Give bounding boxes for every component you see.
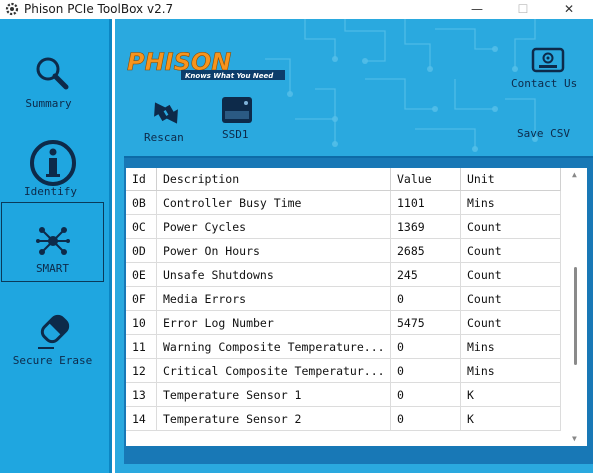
cell-value: 2685 [390,238,461,263]
info-icon [30,140,76,186]
cell-description: Power Cycles [156,214,391,239]
cell-value: 0 [390,334,461,359]
cell-id: 0F [126,286,157,311]
smart-table-container[interactable]: Id Description Value Unit 0B Controller B… [126,168,587,446]
cell-id: 14 [126,406,157,431]
gear-icon [5,2,19,16]
scrollbar-thumb[interactable] [574,267,577,365]
column-header-value[interactable]: Value [390,168,461,191]
vertical-scrollbar[interactable]: ▲ ▼ [566,168,586,446]
column-header-description[interactable]: Description [156,168,391,191]
table-row[interactable]: 0E Unsafe Shutdowns 245 Count [126,262,561,287]
cell-description: Warning Composite Temperature... [156,334,391,359]
sidebar-item-secure-erase[interactable]: Secure Erase [0,302,109,382]
cell-unit: Mins [460,334,561,359]
ssd-label: SSD1 [222,128,249,141]
cell-id: 13 [126,382,157,407]
table-row[interactable]: 14 Temperature Sensor 20K [126,406,561,431]
cell-id: 10 [126,310,157,335]
network-icon [36,227,70,255]
cell-unit: Mins [460,358,561,383]
drive-icon [222,97,252,123]
table-row[interactable]: 11 Warning Composite Temperature... 0 Mins [126,334,561,359]
cell-description: Controller Busy Time [156,190,391,215]
table-row[interactable]: 12 Critical Composite Temperatur... 0 Mins [126,358,561,383]
table-row[interactable]: 10 Error Log Number 5475 Count [126,310,561,335]
cell-unit: Count [460,262,561,287]
cell-description: Critical Composite Temperatur... [156,358,391,383]
cell-value: 0 [390,406,461,431]
table-row[interactable]: 0B Controller Busy Time 1101 Mins [126,190,561,215]
contact-label: Contact Us [511,77,578,90]
sidebar-item-smart[interactable]: SMART [1,202,104,282]
table-row[interactable]: 13 Temperature Sensor 10K [126,382,561,407]
close-button[interactable]: ✕ [546,0,592,19]
column-header-unit[interactable]: Unit [460,168,561,191]
scroll-up-arrow-icon[interactable]: ▲ [572,170,577,179]
sidebar-item-label: Identify [24,185,77,198]
cell-id: 0E [126,262,157,287]
sidebar-item-label: Secure Erase [12,354,93,367]
cell-unit: K [460,406,561,431]
column-header-id[interactable]: Id [126,168,157,191]
cell-value: 5475 [390,310,461,335]
cell-unit: Count [460,310,561,335]
cell-description: Power On Hours [156,238,391,263]
cell-unit: Count [460,214,561,239]
smart-table: Id Description Value Unit 0B Controller B… [126,168,561,431]
scroll-down-arrow-icon[interactable]: ▼ [572,434,577,443]
cell-value: 0 [390,382,461,407]
cell-id: 0D [126,238,157,263]
cell-id: 0C [126,214,157,239]
cell-unit: Count [460,238,561,263]
cell-description: Temperature Sensor 1 [156,382,391,407]
cell-id: 12 [126,358,157,383]
save-csv-label: Save CSV [517,127,570,140]
sidebar-item-label: Summary [25,97,72,110]
cell-unit: Count [460,286,561,311]
rescan-label: Rescan [144,131,184,144]
cell-description: Unsafe Shutdowns [156,262,391,287]
cell-value: 0 [390,358,461,383]
table-row[interactable]: 0C Power Cycles 1369 Count [126,214,561,239]
cell-value: 245 [390,262,461,287]
cell-unit: K [460,382,561,407]
sidebar-item-summary[interactable]: Summary [0,49,109,144]
cell-description: Temperature Sensor 2 [156,406,391,431]
title-bar: Phison PCIe ToolBox v2.7 — ☐ ✕ [0,0,593,19]
cell-description: Error Log Number [156,310,391,335]
save-csv-button[interactable]: Save CSV [517,127,587,140]
cell-value: 1369 [390,214,461,239]
maximize-button[interactable]: ☐ [500,0,546,19]
magnifier-icon [36,57,69,90]
phison-logo: PHISON Knows What You Need [127,48,285,80]
cell-value: 0 [390,286,461,311]
cell-id: 0B [126,190,157,215]
refresh-arrows-icon [154,102,178,124]
table-row[interactable]: 0D Power On Hours 2685 Count [126,238,561,263]
minimize-button[interactable]: — [454,0,500,19]
table-header-row: Id Description Value Unit [126,168,561,191]
contact-card-icon [531,47,565,73]
cell-unit: Mins [460,190,561,215]
logo-tagline: Knows What You Need [185,72,274,80]
cell-id: 11 [126,334,157,359]
cell-value: 1101 [390,190,461,215]
cell-description: Media Errors [156,286,391,311]
eraser-icon [38,314,70,349]
table-row[interactable]: 0F Media Errors 0 Count [126,286,561,311]
window-title: Phison PCIe ToolBox v2.7 [24,2,174,16]
main-area: PHISON Knows What You Need Rescan SSD1 C… [115,19,593,473]
smart-panel: Id Description Value Unit 0B Controller B… [124,156,593,464]
sidebar-item-label: SMART [35,262,70,275]
sidebar: Summary Identify SMART Secure Erase [0,19,112,473]
